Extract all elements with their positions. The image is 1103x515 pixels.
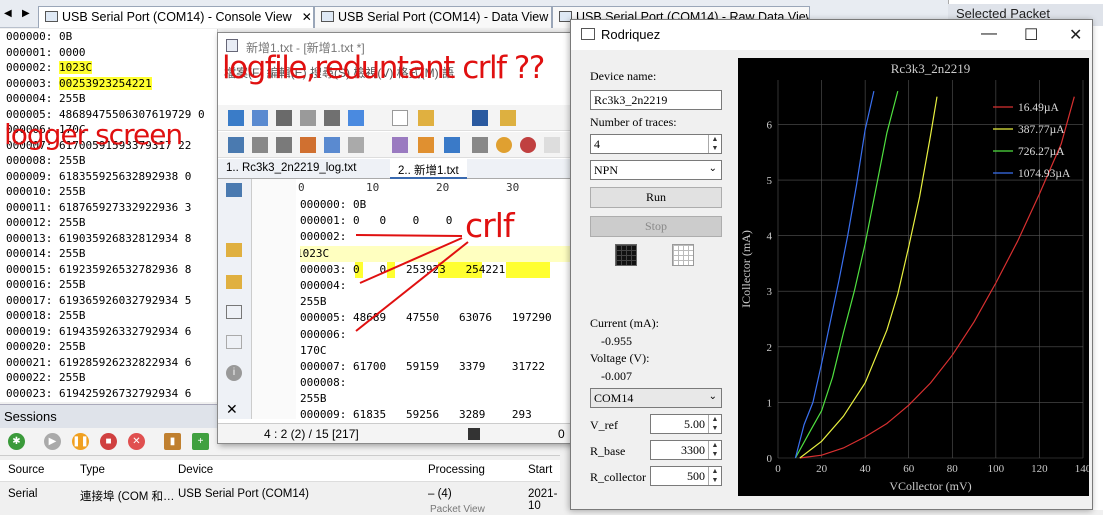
y-tick-label: 5 xyxy=(767,175,773,187)
rodriquez-titlebar: Rodriquez — ☐ ✕ xyxy=(571,20,1092,50)
transistor-type-select[interactable]: NPN ⌄ xyxy=(590,160,722,180)
editor-line: 000009: 61835 59256 3289 293 xyxy=(300,408,532,419)
arrow-line xyxy=(355,234,463,237)
bar-chart-icon[interactable]: ▮ xyxy=(164,433,181,450)
y-tick-label: 6 xyxy=(767,119,773,131)
iv-curve-chart: 0 20 40 60 80 100 120 140 0 1 2 3 4 5 6 Rc3k3_2n2219 VCo… xyxy=(738,58,1092,496)
x-axis-label: VCollector (mV) xyxy=(889,479,971,493)
x-tick-label: 100 xyxy=(988,463,1005,475)
y-tick-label: 0 xyxy=(767,453,773,465)
x-tick-label: 140 xyxy=(1075,463,1089,475)
stop-icon[interactable]: ■ xyxy=(100,433,117,450)
x-tick-label: 120 xyxy=(1031,463,1048,475)
stepper-arrows-icon[interactable]: ▲ ▼ xyxy=(708,415,721,433)
console-row: 000022: 255B xyxy=(6,371,86,384)
arrow-line xyxy=(359,237,463,284)
minimize-icon[interactable]: — xyxy=(981,25,997,43)
info-icon[interactable]: i xyxy=(226,365,242,381)
session-start[interactable]: 2021-10 xyxy=(528,488,560,512)
light-grid-icon[interactable] xyxy=(672,244,694,266)
traces-stepper[interactable]: 4 ▲ ▼ xyxy=(590,134,722,154)
session-processing[interactable]: – (4) xyxy=(428,488,452,500)
maximize-icon[interactable]: ☐ xyxy=(1024,25,1038,45)
series-line-3 xyxy=(794,90,875,459)
device-name-input[interactable]: Rc3k3_2n2219 xyxy=(590,90,722,110)
chart-svg: 0 20 40 60 80 100 120 140 0 1 2 3 4 5 6 Rc3k3_2n2219 VCo… xyxy=(739,61,1092,493)
console-row: 000023: 619425926732792934 6 xyxy=(6,386,192,400)
stepper-arrows-icon[interactable]: ▲ ▼ xyxy=(708,441,721,459)
chevron-down-icon: ⌄ xyxy=(708,163,717,174)
editor-line: 255B xyxy=(300,392,327,406)
app-icon xyxy=(581,28,595,40)
pause-icon[interactable]: ❚❚ xyxy=(72,433,89,450)
legend-entry: 387.77µA xyxy=(1018,124,1065,136)
session-device[interactable]: USB Serial Port (COM14) xyxy=(178,488,309,500)
stepper-arrows-icon[interactable]: ▲ ▼ xyxy=(708,467,721,485)
play-icon[interactable]: ▶ xyxy=(44,433,61,450)
rbase-stepper[interactable]: 3300 ▲ ▼ xyxy=(650,440,722,460)
x-tick-label: 40 xyxy=(860,463,872,475)
save-status-icon xyxy=(468,428,480,440)
annotation-arrows xyxy=(355,234,469,332)
delete-icon[interactable]: ✕ xyxy=(128,433,145,450)
vref-stepper[interactable]: 5.00 ▲ ▼ xyxy=(650,414,722,434)
close-icon[interactable]: ✕ xyxy=(1069,25,1082,45)
x-tick-label: 60 xyxy=(903,463,915,475)
series-line-2 xyxy=(794,90,899,459)
y-tick-label: 2 xyxy=(767,342,773,354)
editor-line: 000008: xyxy=(300,376,347,390)
editor-line: 000007: 61700 59159 3379 31722 xyxy=(300,359,546,373)
y-axis-label: ICollector (mA) xyxy=(739,230,753,308)
y-tick-label: 1 xyxy=(767,397,773,409)
legend-entry: 1074.93µA xyxy=(1018,168,1071,180)
chart-title: Rc3k3_2n2219 xyxy=(891,61,970,76)
arrow-line xyxy=(355,241,469,332)
y-tick-label: 3 xyxy=(767,286,773,298)
y-tick-label: 4 xyxy=(767,231,773,243)
dark-grid-icon[interactable] xyxy=(615,244,637,266)
editor-statusbar: 4 : 2 (2) / 15 [217] 0 xyxy=(218,423,579,443)
x-tick-label: 20 xyxy=(816,463,828,475)
port-select[interactable]: COM14 ⌄ xyxy=(590,388,722,408)
stop-button[interactable]: Stop xyxy=(590,216,722,237)
x-tick-label: 0 xyxy=(775,463,781,475)
session-type[interactable]: 連接埠 (COM 和… xyxy=(80,488,175,504)
session-source[interactable]: Serial xyxy=(8,488,37,500)
run-button[interactable]: Run xyxy=(590,187,722,208)
legend-entry: 16.49µA xyxy=(1018,102,1060,114)
legend-entry: 726.27µA xyxy=(1018,146,1065,158)
gear-icon[interactable]: ✱ xyxy=(8,433,25,450)
rodriquez-window: Rodriquez — ☐ ✕ Device name: Rc3k3_2n221… xyxy=(570,19,1093,510)
chevron-down-icon: ⌄ xyxy=(708,391,717,402)
console-row: 000021: 619285926232822934 6 xyxy=(6,355,192,369)
stepper-arrows-icon[interactable]: ▲ ▼ xyxy=(708,135,721,153)
current-value: -0.955 xyxy=(601,334,632,348)
x-tick-label: 80 xyxy=(947,463,959,475)
series-line-1 xyxy=(799,96,938,459)
rcollector-stepper[interactable]: 500 ▲ ▼ xyxy=(650,466,722,486)
add-icon[interactable]: + xyxy=(192,433,209,450)
voltage-value: -0.007 xyxy=(601,369,632,383)
tools-icon[interactable]: ✕ xyxy=(226,401,238,418)
sessions-table: Source Type Device Processing Start Seri… xyxy=(0,460,560,515)
